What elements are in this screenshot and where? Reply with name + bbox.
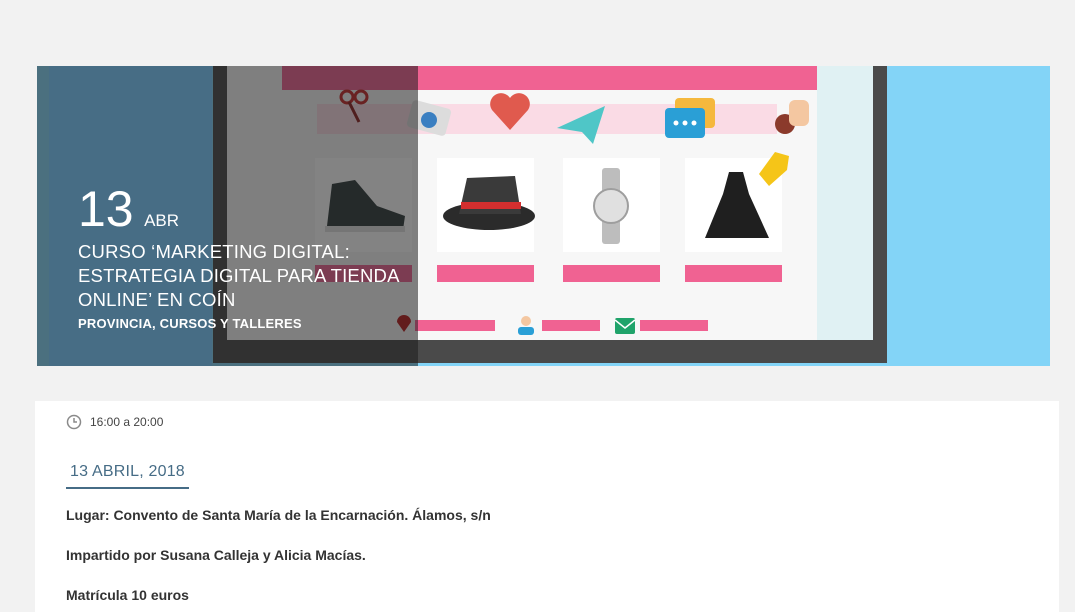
- event-details-card: 16:00 a 20:00 13 ABRIL, 2018 Lugar: Conv…: [35, 401, 1059, 612]
- event-time: 16:00 a 20:00: [66, 414, 163, 430]
- event-instructors: Impartido por Susana Calleja y Alicia Ma…: [66, 547, 366, 563]
- mail-icon: [614, 318, 636, 334]
- event-full-date: 13 ABRIL, 2018: [66, 463, 189, 489]
- event-month: ABR: [144, 211, 180, 230]
- event-time-text: 16:00 a 20:00: [90, 415, 164, 429]
- event-day: 13: [78, 181, 134, 237]
- event-categories[interactable]: PROVINCIA, CURSOS Y TALLERES: [78, 316, 418, 331]
- event-hero[interactable]: 13 ABR CURSO ‘MARKETING DIGITAL: ESTRATE…: [37, 66, 1050, 366]
- hero-caption: 13 ABR CURSO ‘MARKETING DIGITAL: ESTRATE…: [78, 184, 418, 331]
- clock-icon: [66, 414, 82, 430]
- event-title[interactable]: CURSO ‘MARKETING DIGITAL: ESTRATEGIA DIG…: [78, 240, 418, 312]
- event-location: Lugar: Convento de Santa María de la Enc…: [66, 507, 491, 523]
- event-fee: Matrícula 10 euros: [66, 587, 189, 603]
- event-date: 13 ABR: [78, 184, 418, 234]
